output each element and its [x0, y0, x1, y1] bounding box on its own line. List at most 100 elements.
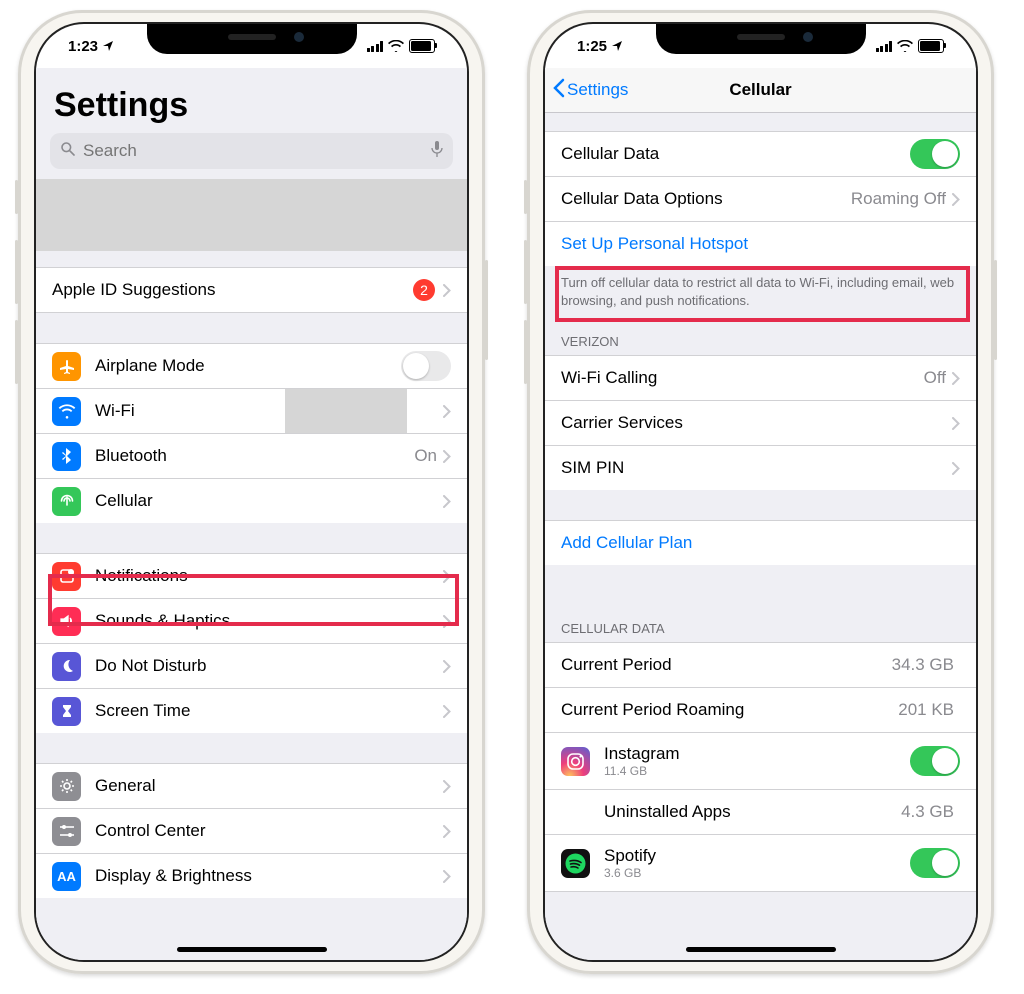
aa-icon: AA [52, 862, 81, 891]
app-row-uninstalled-apps[interactable]: Uninstalled Apps4.3 GB [545, 790, 976, 835]
row-label: Bluetooth [95, 446, 414, 466]
page-title: Settings [36, 68, 467, 133]
gear-icon [52, 772, 81, 801]
airplane-icon [52, 352, 81, 381]
screen-left: 1:23 Settings Apple [36, 24, 467, 960]
cellular-data-toggle[interactable] [910, 139, 960, 169]
chevron-right-icon [443, 405, 451, 418]
carrier-row-sim-pin[interactable]: SIM PIN [545, 446, 976, 490]
notification-badge: 2 [413, 279, 435, 301]
wifi-icon [388, 40, 404, 52]
chevron-right-icon [443, 284, 451, 297]
cellular-data-row[interactable]: Cellular Data [545, 131, 976, 177]
settings-row-do-not-disturb[interactable]: Do Not Disturb [36, 644, 467, 689]
set-up-hotspot-row[interactable]: Set Up Personal Hotspot [545, 222, 976, 266]
cellular-signal-icon [876, 41, 893, 52]
row-label: Control Center [95, 821, 443, 841]
app-row-spotify[interactable]: Spotify3.6 GB [545, 835, 976, 892]
chevron-right-icon [443, 870, 451, 883]
app-toggle[interactable] [910, 746, 960, 776]
nav-title: Cellular [729, 80, 791, 100]
wifi-icon [897, 40, 913, 52]
settings-row-airplane-mode[interactable]: Airplane Mode [36, 343, 467, 389]
row-value: 34.3 GB [892, 655, 954, 675]
profile-block-redacted [36, 179, 467, 251]
row-label: Notifications [95, 566, 443, 586]
sliders-icon [52, 817, 81, 846]
settings-row-sounds-haptics[interactable]: Sounds & Haptics [36, 599, 467, 644]
chevron-right-icon [443, 615, 451, 628]
sounds-icon [52, 607, 81, 636]
add-cellular-plan-row[interactable]: Add Cellular Plan [545, 520, 976, 565]
settings-row-general[interactable]: General [36, 763, 467, 809]
phone-frame-left: 1:23 Settings Apple [18, 10, 485, 974]
hourglass-icon [52, 697, 81, 726]
chevron-right-icon [443, 570, 451, 583]
chevron-right-icon [952, 372, 960, 385]
cellular-signal-icon [367, 41, 384, 52]
value-redacted [285, 389, 407, 433]
row-label: Cellular Data [561, 144, 910, 164]
notch [147, 24, 357, 54]
apple-id-suggestions-row[interactable]: Apple ID Suggestions 2 [36, 267, 467, 313]
location-icon [102, 40, 114, 52]
settings-row-cellular[interactable]: Cellular [36, 479, 467, 523]
home-indicator[interactable] [686, 947, 836, 952]
row-label: Display & Brightness [95, 866, 443, 886]
instagram-icon [561, 747, 590, 776]
back-button[interactable]: Settings [553, 78, 628, 103]
row-label: Set Up Personal Hotspot [561, 234, 960, 254]
section-header-verizon: VERIZON [545, 318, 976, 355]
row-value: 4.3 GB [901, 802, 954, 822]
row-label: Do Not Disturb [95, 656, 443, 676]
row-label: Add Cellular Plan [561, 533, 960, 553]
chevron-right-icon [952, 462, 960, 475]
app-toggle[interactable] [910, 848, 960, 878]
chevron-right-icon [443, 660, 451, 673]
spotify-icon [561, 849, 590, 878]
chevron-right-icon [443, 825, 451, 838]
phone-frame-right: 1:25 Settings Cellular [527, 10, 994, 974]
row-value: On [414, 446, 437, 466]
settings-row-display-brightness[interactable]: AA Display & Brightness [36, 854, 467, 898]
section-header-cellular-data: CELLULAR DATA [545, 605, 976, 642]
usage-row-current-period: Current Period34.3 GB [545, 642, 976, 688]
row-value: 201 KB [898, 700, 954, 720]
notify-icon [52, 562, 81, 591]
app-usage: 11.4 GB [604, 764, 910, 778]
nav-bar: Settings Cellular [545, 68, 976, 113]
settings-row-wi-fi[interactable]: Wi-Fi [36, 389, 467, 434]
app-name: Instagram [604, 744, 910, 764]
toggle[interactable] [401, 351, 451, 381]
row-label: General [95, 776, 443, 796]
chevron-right-icon [443, 450, 451, 463]
row-label: Sounds & Haptics [95, 611, 443, 631]
cellular-icon [52, 487, 81, 516]
row-label: Airplane Mode [95, 356, 401, 376]
chevron-right-icon [952, 417, 960, 430]
settings-row-screen-time[interactable]: Screen Time [36, 689, 467, 733]
row-label: Screen Time [95, 701, 443, 721]
settings-row-bluetooth[interactable]: BluetoothOn [36, 434, 467, 479]
row-label: Apple ID Suggestions [52, 280, 413, 300]
carrier-row-carrier-services[interactable]: Carrier Services [545, 401, 976, 446]
cellular-data-options-row[interactable]: Cellular Data Options Roaming Off [545, 177, 976, 222]
row-value: Roaming Off [851, 189, 946, 209]
row-label: Cellular Data Options [561, 189, 851, 209]
bluetooth-icon [52, 442, 81, 471]
app-row-instagram[interactable]: Instagram11.4 GB [545, 733, 976, 790]
settings-row-control-center[interactable]: Control Center [36, 809, 467, 854]
usage-row-current-period-roaming: Current Period Roaming201 KB [545, 688, 976, 733]
chevron-right-icon [443, 495, 451, 508]
carrier-row-wi-fi-calling[interactable]: Wi-Fi CallingOff [545, 355, 976, 401]
chevron-right-icon [443, 705, 451, 718]
search-field[interactable] [50, 133, 453, 169]
section-footer-note: Turn off cellular data to restrict all d… [545, 266, 976, 318]
search-icon [60, 141, 75, 161]
home-indicator[interactable] [177, 947, 327, 952]
notch [656, 24, 866, 54]
search-input[interactable] [81, 140, 425, 162]
app-name: Spotify [604, 846, 910, 866]
settings-row-notifications[interactable]: Notifications [36, 553, 467, 599]
dictation-icon[interactable] [431, 140, 443, 163]
